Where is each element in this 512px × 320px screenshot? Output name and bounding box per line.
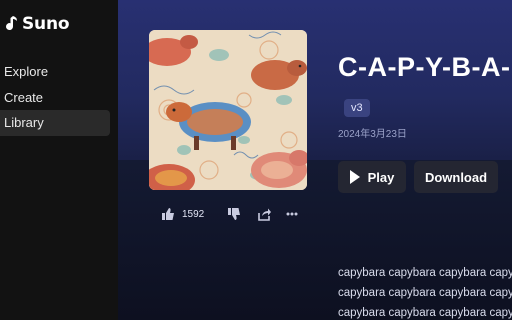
lyric-line: capybara capybara capybara capy <box>338 267 512 279</box>
sidebar-item-explore[interactable]: Explore <box>0 59 110 85</box>
version-badge: v3 <box>344 99 370 117</box>
share-icon[interactable] <box>256 206 272 222</box>
song-title: C-A-P-Y-B-A- <box>338 52 511 82</box>
capybara-artwork-image <box>149 30 307 190</box>
play-button-label: Play <box>367 169 395 185</box>
thumbs-up-icon[interactable] <box>160 206 176 222</box>
suno-logo-icon <box>6 16 17 31</box>
lyrics: capybara capybara capybara capy capybara… <box>338 263 512 320</box>
sidebar: Suno Explore Create Library <box>0 0 118 320</box>
sidebar-item-library[interactable]: Library <box>0 110 110 136</box>
song-page: C-A-P-Y-B-A- v3 2024年3月23日 Play Download… <box>118 0 512 320</box>
download-button[interactable]: Download <box>414 161 498 193</box>
song-date: 2024年3月23日 <box>338 129 407 140</box>
more-icon[interactable] <box>284 206 300 222</box>
sidebar-item-create[interactable]: Create <box>0 85 110 111</box>
cover-art <box>149 30 307 190</box>
play-icon <box>349 170 360 184</box>
lyric-line: capybara capybara capybara capy <box>338 307 512 319</box>
thumbs-down-icon[interactable] <box>226 206 242 222</box>
app-name: Suno <box>22 14 70 34</box>
download-button-label: Download <box>424 169 488 185</box>
lyric-line: capybara capybara capybara capy <box>338 287 512 299</box>
song-actions: 1592 <box>160 205 300 223</box>
like-count: 1592 <box>182 208 205 220</box>
app-logo[interactable]: Suno <box>4 14 70 34</box>
play-button[interactable]: Play <box>338 161 406 193</box>
